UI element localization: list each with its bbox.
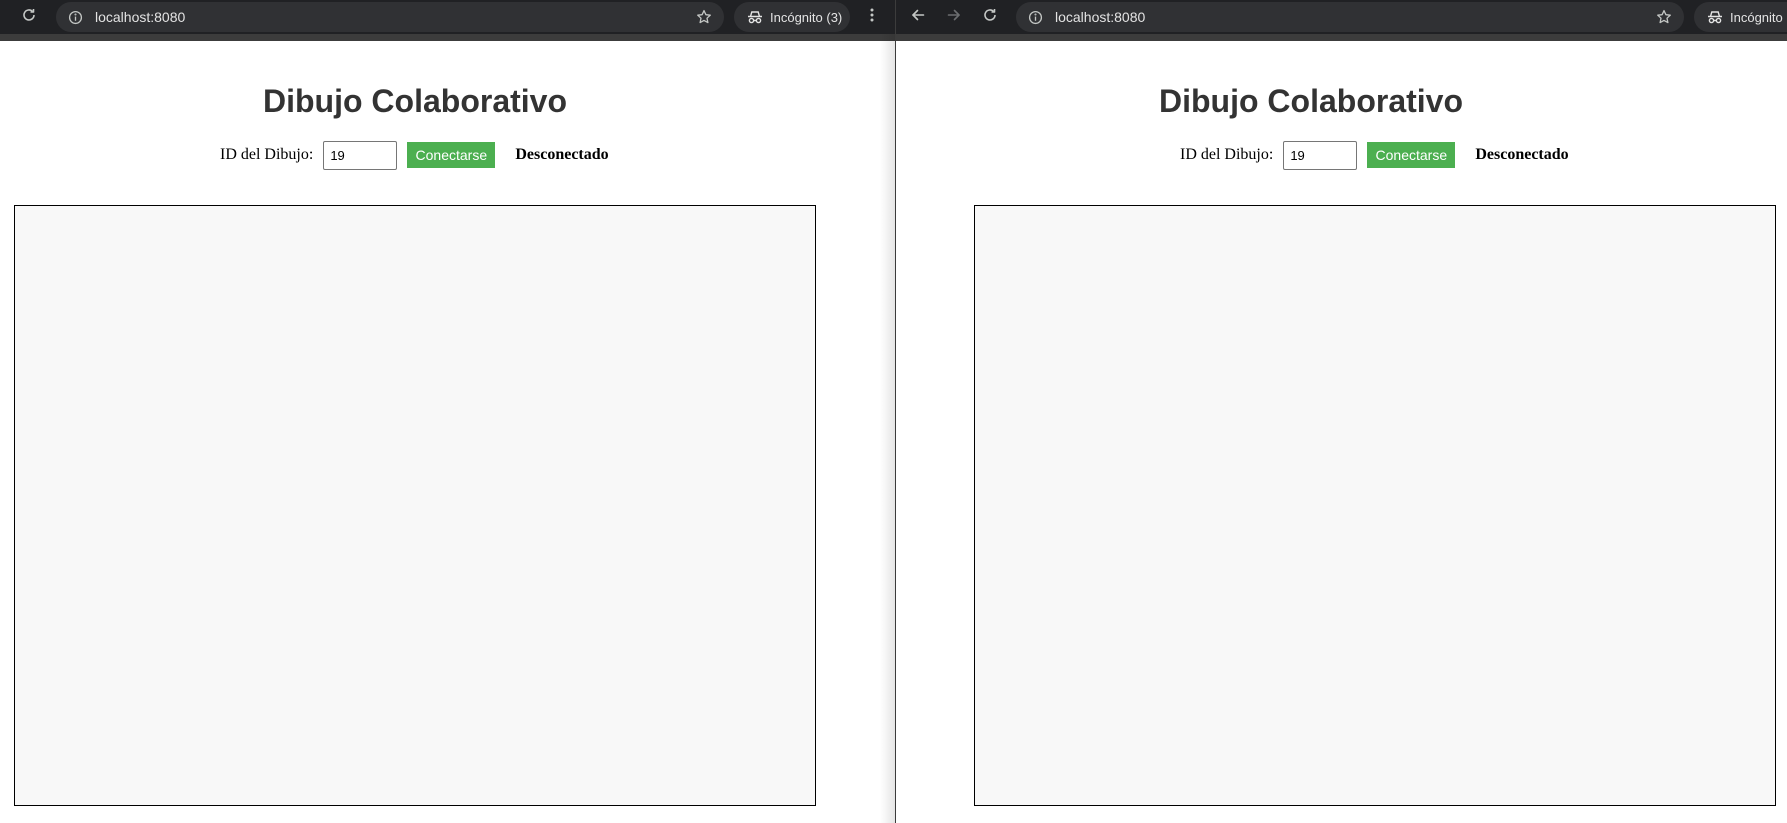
more-menu-icon: [864, 7, 880, 28]
incognito-label: Incógnito (3): [770, 9, 843, 25]
browser-toolbar: localhost:8080 Incógnito (3): [896, 0, 1787, 34]
toolbar-bottom-strip: [896, 34, 1787, 41]
address-url[interactable]: localhost:8080: [1055, 9, 1145, 25]
address-bar[interactable]: localhost:8080: [56, 2, 724, 32]
page-content: Dibujo Colaborativo ID del Dibujo: 19 Co…: [896, 41, 1787, 823]
incognito-indicator[interactable]: Incógnito (3): [734, 2, 850, 32]
toolbar-bottom-strip: [0, 34, 895, 41]
connect-button[interactable]: Conectarse: [407, 142, 496, 168]
incognito-label: Incógnito (3): [1730, 9, 1787, 25]
reload-button[interactable]: [17, 5, 41, 29]
connect-button[interactable]: Conectarse: [1367, 142, 1456, 168]
incognito-icon: [1706, 8, 1724, 26]
drawing-id-label: ID del Dibujo:: [1180, 146, 1274, 163]
address-url[interactable]: localhost:8080: [95, 9, 185, 25]
browser-window-left: localhost:8080 Incógnito (3) Dibujo Cola…: [0, 0, 895, 823]
back-arrow-icon: [910, 7, 926, 28]
forward-button[interactable]: [942, 5, 966, 29]
bookmark-star-icon[interactable]: [696, 9, 712, 25]
more-menu-button[interactable]: [860, 5, 884, 29]
page-content: Dibujo Colaborativo ID del Dibujo: 19 Co…: [0, 41, 895, 823]
connection-status: Desconectado: [515, 146, 609, 163]
drawing-id-label: ID del Dibujo:: [220, 146, 314, 163]
incognito-indicator[interactable]: Incógnito (3): [1694, 2, 1787, 32]
bookmark-star-icon[interactable]: [1656, 9, 1672, 25]
address-bar[interactable]: localhost:8080: [1016, 2, 1684, 32]
page-title: Dibujo Colaborativo: [1159, 83, 1463, 119]
browser-toolbar: localhost:8080 Incógnito (3): [0, 0, 895, 34]
drawing-id-input[interactable]: 19: [323, 140, 398, 170]
drawing-id-input[interactable]: 19: [1283, 140, 1358, 170]
drawing-controls: ID del Dibujo: 19 Conectarse Desconectad…: [220, 140, 609, 170]
site-info-icon[interactable]: [1027, 9, 1043, 25]
site-info-icon[interactable]: [67, 9, 83, 25]
drawing-controls: ID del Dibujo: 19 Conectarse Desconectad…: [1180, 140, 1569, 170]
drawing-canvas[interactable]: [14, 205, 816, 806]
reload-icon: [21, 7, 37, 28]
forward-arrow-icon: [946, 7, 962, 28]
drawing-canvas[interactable]: [974, 205, 1776, 806]
incognito-icon: [746, 8, 764, 26]
back-button[interactable]: [906, 5, 930, 29]
reload-icon: [982, 7, 998, 28]
connection-status: Desconectado: [1475, 146, 1569, 163]
page-title: Dibujo Colaborativo: [263, 83, 567, 119]
reload-button[interactable]: [978, 5, 1002, 29]
window-edge-shadow: [880, 34, 895, 823]
browser-window-right: localhost:8080 Incógnito (3) Dibujo Cola…: [896, 0, 1787, 823]
